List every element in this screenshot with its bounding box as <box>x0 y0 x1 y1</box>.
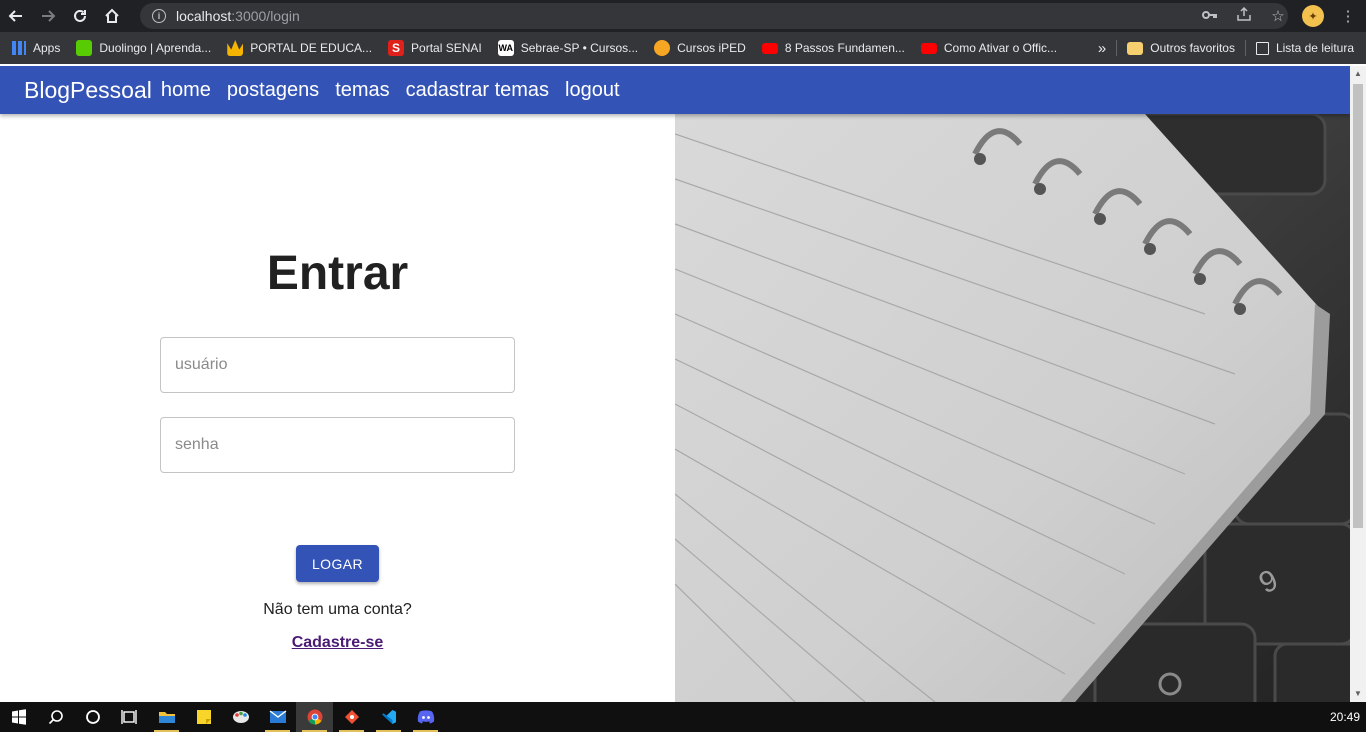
bookmark-label: PORTAL DE EDUCA... <box>250 41 373 55</box>
task-view-icon[interactable] <box>111 702 148 732</box>
no-account-text: Não tem uma conta? <box>263 601 412 618</box>
discord-icon[interactable] <box>407 702 444 732</box>
bookmark-label: Duolingo | Aprenda... <box>99 41 212 55</box>
app-bar: BlogPessoal home postagens temas cadastr… <box>0 66 1350 114</box>
brand-logo: BlogPessoal <box>24 76 152 103</box>
nav-postagens[interactable]: postagens <box>227 79 319 102</box>
scrollbar-thumb[interactable] <box>1353 84 1363 528</box>
iped-icon <box>654 40 671 56</box>
bookmark-youtube-8-passos[interactable]: 8 Passos Fundamen... <box>761 41 905 55</box>
senai-icon: S <box>388 40 405 56</box>
nav-cadastrar-temas[interactable]: cadastrar temas <box>406 79 549 102</box>
username-field[interactable] <box>160 337 515 393</box>
bookmark-label: Sebrae-SP • Cursos... <box>520 41 639 55</box>
nav-logout[interactable]: logout <box>565 79 620 102</box>
bookmark-label: Apps <box>33 41 61 55</box>
file-explorer-icon[interactable] <box>148 702 185 732</box>
bookmarks-bar: Apps Duolingo | Aprenda... PORTAL DE EDU… <box>0 32 1366 64</box>
bookmark-other-favorites[interactable]: Outros favoritos <box>1127 41 1235 55</box>
bookmark-duolingo[interactable]: Duolingo | Aprenda... <box>76 40 211 56</box>
search-icon[interactable] <box>37 702 74 732</box>
bookmark-portal-educacao[interactable]: PORTAL DE EDUCA... <box>227 40 372 56</box>
bookmark-label: Portal SENAI <box>411 41 482 55</box>
scroll-up-icon[interactable]: ▲ <box>1350 66 1366 82</box>
url-path: :3000/login <box>231 8 300 24</box>
bookmark-label: Lista de leitura <box>1275 41 1354 55</box>
reading-list[interactable]: Lista de leitura <box>1255 41 1354 55</box>
bookmark-portal-senai[interactable]: S Portal SENAI <box>388 40 482 56</box>
bookmark-label: Como Ativar o Offic... <box>943 41 1058 55</box>
login-button[interactable]: LOGAR <box>296 545 379 582</box>
reload-icon[interactable] <box>64 0 96 32</box>
reading-list-icon <box>1255 41 1269 55</box>
youtube-icon <box>761 42 778 54</box>
password-field[interactable] <box>160 417 515 473</box>
share-icon[interactable] <box>1234 6 1254 26</box>
apps-grid-icon <box>12 41 26 55</box>
address-bar[interactable]: i localhost:3000/login <box>140 3 1288 29</box>
bookmark-label: 8 Passos Fundamen... <box>784 41 905 55</box>
nav-home[interactable]: home <box>161 79 211 102</box>
key-icon[interactable] <box>1200 8 1220 25</box>
windows-start-icon[interactable] <box>0 702 37 732</box>
mail-icon[interactable] <box>259 702 296 732</box>
taskbar-clock[interactable]: 20:49 <box>1330 702 1360 732</box>
page-scrollbar[interactable]: ▲ ▼ <box>1350 66 1366 702</box>
password-input[interactable] <box>161 418 514 472</box>
git-kraken-icon[interactable] <box>333 702 370 732</box>
forward-icon[interactable] <box>32 0 64 32</box>
bookmarks-overflow-icon[interactable]: » <box>1098 40 1106 57</box>
cortana-icon[interactable] <box>74 702 111 732</box>
login-panel: Entrar LOGAR Não tem uma conta? Cadastre… <box>0 114 675 702</box>
scroll-down-icon[interactable]: ▼ <box>1350 686 1366 702</box>
windows-taskbar: 20:49 <box>0 702 1366 732</box>
page-title: Entrar <box>266 247 409 300</box>
bookmark-cursos-iped[interactable]: Cursos iPED <box>654 40 746 56</box>
bookmark-label: Outros favoritos <box>1150 41 1235 55</box>
chrome-icon[interactable] <box>296 702 333 732</box>
vscode-icon[interactable] <box>370 702 407 732</box>
star-icon[interactable]: ☆ <box>1268 7 1288 25</box>
divider <box>1244 40 1246 56</box>
back-icon[interactable] <box>0 0 32 32</box>
notebook-keyboard-image: 9 <box>675 114 1350 702</box>
nav-temas[interactable]: temas <box>335 79 389 102</box>
menu-kebab-icon[interactable]: ⋮ <box>1338 7 1358 25</box>
notebook-illustration: 9 <box>675 114 1350 702</box>
bookmark-label: Cursos iPED <box>677 41 746 55</box>
browser-toolbar: i localhost:3000/login ☆ ✦ ⋮ <box>0 0 1366 32</box>
sebrae-icon: WA <box>497 40 514 56</box>
bookmark-apps[interactable]: Apps <box>12 41 60 55</box>
url-host: localhost <box>176 8 232 24</box>
page-viewport: BlogPessoal home postagens temas cadastr… <box>0 66 1350 702</box>
bookmark-youtube-office[interactable]: Como Ativar o Offic... <box>920 41 1058 55</box>
username-input[interactable] <box>161 338 514 392</box>
bookmark-sebrae[interactable]: WA Sebrae-SP • Cursos... <box>497 40 639 56</box>
home-icon[interactable] <box>96 0 128 32</box>
folder-icon <box>1127 41 1144 55</box>
duolingo-icon <box>76 40 93 56</box>
youtube-icon <box>920 42 937 54</box>
signup-link[interactable]: Cadastre-se <box>0 634 675 652</box>
crown-icon <box>227 40 244 56</box>
site-info-icon[interactable]: i <box>152 9 166 23</box>
paint-icon[interactable] <box>222 702 259 732</box>
sticky-notes-icon[interactable] <box>185 702 222 732</box>
profile-avatar[interactable]: ✦ <box>1302 5 1324 27</box>
divider <box>1116 40 1118 56</box>
